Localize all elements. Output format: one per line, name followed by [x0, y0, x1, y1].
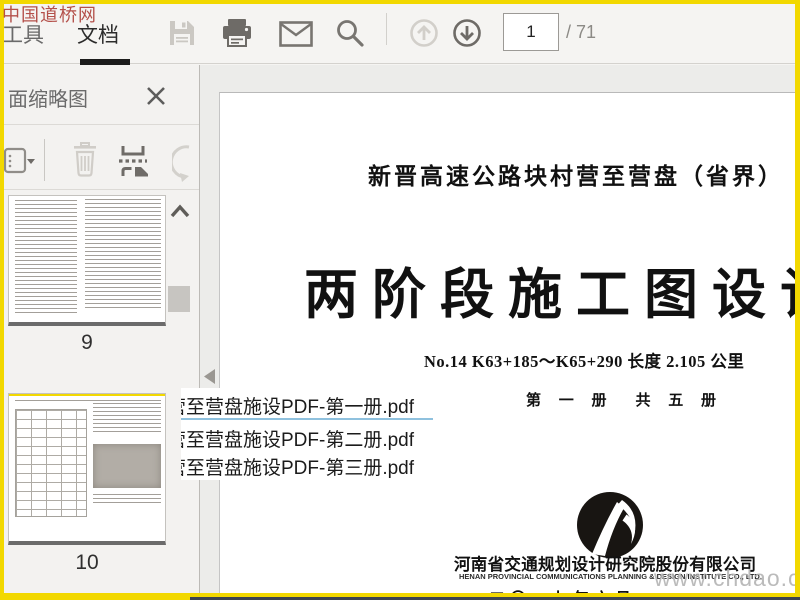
- panel-title: 面缩略图: [8, 89, 88, 111]
- thumbnails-panel: 面缩略图 9 10: [3, 65, 200, 600]
- pdf-link-volume-1[interactable]: 营至营盘施设PDF-第一册.pdf: [181, 392, 437, 418]
- separator: [44, 139, 45, 181]
- doc-volume-line: 第 一 册 共 五 册: [526, 393, 724, 409]
- thumbnail-page-10[interactable]: [8, 393, 166, 545]
- close-icon[interactable]: [145, 85, 167, 107]
- page-up-icon[interactable]: [409, 18, 439, 53]
- thumbnail-page-number: 10: [75, 551, 99, 574]
- page-down-icon[interactable]: [452, 18, 482, 53]
- delete-page-icon[interactable]: [68, 141, 102, 184]
- thumb-highlight-line: [9, 394, 165, 396]
- pdf-link-volume-3[interactable]: 营至营盘施设PDF-第三册.pdf: [181, 453, 437, 479]
- doc-date-line: 二〇一七年六月: [489, 585, 636, 593]
- thumb-text-column: [93, 403, 161, 435]
- toolbar-divider: [386, 13, 387, 45]
- frame-right: [795, 0, 800, 600]
- page-number-input[interactable]: 1: [503, 13, 559, 51]
- doc-project-title: 新晋高速公路块村营至营盘（省界）: [368, 164, 784, 189]
- separator: [4, 189, 199, 190]
- attachment-links: 营至营盘施设PDF-第一册.pdf 营至营盘施设PDF-第二册.pdf 营至营盘…: [181, 388, 437, 480]
- toolbar: 工具 文档 1 / 71: [2, 4, 795, 65]
- site-watermark: www.chdao.com: [654, 565, 795, 591]
- document-area: 新晋高速公路块村营至营盘（省界） 两阶段施工图设计 No.14 K63+185～…: [200, 65, 795, 593]
- scroll-up-icon[interactable]: [169, 203, 191, 224]
- thumb-text-column: [85, 199, 161, 311]
- thumbnail-page-9[interactable]: [8, 195, 166, 326]
- thumb-text-column: [15, 200, 77, 316]
- pdf-link-volume-2[interactable]: 营至营盘施设PDF-第二册.pdf: [181, 425, 437, 451]
- rotate-icon-partial[interactable]: [169, 145, 194, 190]
- pdf-viewer-window: 工具 文档 1 / 71 面缩略图 9 10 新晋高速公路块村营至营盘（省界） …: [0, 0, 800, 600]
- thumb-map-image: [93, 444, 161, 488]
- doc-stake-line: No.14 K63+185～K65+290 长度 2.105 公里: [424, 352, 745, 371]
- doc-main-title: 两阶段施工图设计: [304, 265, 795, 325]
- sidebar-collapse-icon[interactable]: [204, 369, 215, 389]
- print-icon[interactable]: [221, 18, 253, 53]
- page-total-label: / 71: [566, 22, 597, 42]
- chdao-red-watermark: 中国道桥网: [2, 5, 97, 25]
- scrollbar-thumb[interactable]: [168, 286, 190, 312]
- thumbnail-page-number: 9: [81, 331, 93, 354]
- split-pages-icon[interactable]: [116, 142, 154, 185]
- search-icon[interactable]: [335, 18, 365, 53]
- separator: [4, 124, 199, 125]
- thumb-table: [15, 409, 87, 517]
- frame-left: [0, 0, 4, 600]
- link-underline: [181, 418, 433, 420]
- email-icon[interactable]: [279, 21, 313, 52]
- save-icon[interactable]: [167, 18, 197, 53]
- thumb-text-column: [93, 494, 161, 504]
- frame-top: [0, 0, 800, 4]
- insert-page-dropdown-icon[interactable]: [3, 143, 36, 184]
- document-page: 新晋高速公路块村营至营盘（省界） 两阶段施工图设计 No.14 K63+185～…: [219, 92, 795, 593]
